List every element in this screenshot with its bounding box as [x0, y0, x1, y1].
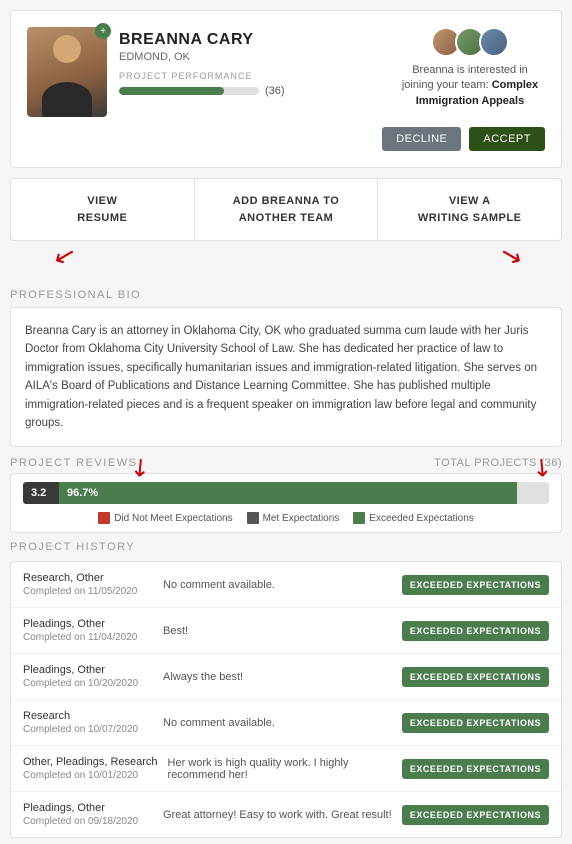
legend-label-ee: Exceeded Expectations	[369, 513, 474, 524]
team-invite-text: Breanna is interested in joining your te…	[395, 63, 545, 109]
history-comment: Best!	[163, 625, 392, 637]
avatar-container: +	[27, 27, 107, 117]
history-comment: Her work is high quality work. I highly …	[168, 757, 392, 781]
spacer-1	[0, 241, 572, 277]
history-comment: No comment available.	[163, 717, 392, 729]
history-left: Pleadings, Other Completed on 11/04/2020	[23, 618, 153, 643]
history-date: Completed on 11/05/2020	[23, 586, 153, 597]
action-buttons: DECLINE ACCEPT	[27, 127, 545, 151]
history-comment: No comment available.	[163, 579, 392, 591]
history-date: Completed on 10/07/2020	[23, 724, 153, 735]
invite-name: Breanna	[412, 64, 454, 76]
legend-dnme: Did Not Meet Expectations	[98, 512, 232, 524]
score-remainder	[517, 482, 549, 504]
exceeded-badge: EXCEEDED EXPECTATIONS	[402, 621, 549, 641]
legend-label-dnme: Did Not Meet Expectations	[114, 513, 232, 524]
legend-box-gray	[247, 512, 259, 524]
history-date: Completed on 09/18/2020	[23, 816, 153, 827]
progress-fill	[119, 87, 224, 95]
legend-box-red	[98, 512, 110, 524]
exceeded-badge: EXCEEDED EXPECTATIONS	[402, 667, 549, 687]
history-type: Research	[23, 710, 153, 722]
avatar	[27, 27, 107, 117]
profile-location: EDMOND, OK	[119, 51, 285, 63]
history-row: Pleadings, Other Completed on 10/20/2020…	[11, 654, 561, 700]
view-writing-button[interactable]: VIEW AWRITING SAMPLE	[378, 179, 561, 240]
history-date: Completed on 10/01/2020	[23, 770, 158, 781]
accept-button[interactable]: ACCEPT	[469, 127, 545, 151]
history-left: Research, Other Completed on 11/05/2020	[23, 572, 153, 597]
history-row: Other, Pleadings, Research Completed on …	[11, 746, 561, 792]
header-section: + BREANNA CARY EDMOND, OK PROJECT PERFOR…	[27, 27, 545, 117]
score-low-label: 3.2	[23, 482, 59, 504]
history-type: Research, Other	[23, 572, 153, 584]
history-date: Completed on 11/04/2020	[23, 632, 153, 643]
history-type: Other, Pleadings, Research	[23, 756, 158, 768]
exceeded-badge: EXCEEDED EXPECTATIONS	[402, 759, 549, 779]
exceeded-badge: EXCEEDED EXPECTATIONS	[402, 713, 549, 733]
legend-box-green	[353, 512, 365, 524]
score-section: 3.2 96.7% Did Not Meet Expectations Met …	[10, 473, 562, 533]
team-avatars	[395, 27, 545, 57]
team-invite: Breanna is interested in joining your te…	[395, 27, 545, 109]
legend: Did Not Meet Expectations Met Expectatio…	[23, 512, 549, 524]
history-comment: Always the best!	[163, 671, 392, 683]
progress-bar	[119, 87, 259, 95]
history-left: Other, Pleadings, Research Completed on …	[23, 756, 158, 781]
history-type: Pleadings, Other	[23, 664, 153, 676]
history-type: Pleadings, Other	[23, 618, 153, 630]
profile-info: BREANNA CARY EDMOND, OK PROJECT PERFORMA…	[119, 27, 285, 97]
score-fill: 96.7%	[59, 482, 517, 504]
profile-card: + BREANNA CARY EDMOND, OK PROJECT PERFOR…	[10, 10, 562, 168]
bio-section-title: PROFESSIONAL BIO	[10, 289, 562, 301]
history-left: Research Completed on 10/07/2020	[23, 710, 153, 735]
history-row: Pleadings, Other Completed on 11/04/2020…	[11, 608, 561, 654]
history-row: Research, Other Completed on 11/05/2020 …	[11, 562, 561, 608]
legend-label-me: Met Expectations	[263, 513, 340, 524]
history-title: PROJECT HISTORY	[10, 541, 562, 553]
progress-bar-container: (36)	[119, 85, 285, 97]
view-resume-button[interactable]: VIEWRESUME	[11, 179, 195, 240]
history-left: Pleadings, Other Completed on 10/20/2020	[23, 664, 153, 689]
history-left: Pleadings, Other Completed on 09/18/2020	[23, 802, 153, 827]
performance-label: PROJECT PERFORMANCE	[119, 71, 285, 81]
history-row: Research Completed on 10/07/2020 No comm…	[11, 700, 561, 746]
reviews-title: PROJECT REVIEWS	[10, 457, 137, 469]
decline-button[interactable]: DECLINE	[382, 127, 461, 151]
reviews-header: PROJECT REVIEWS TOTAL PROJECTS (36)	[10, 457, 562, 469]
progress-count: (36)	[265, 85, 285, 97]
exceeded-badge: EXCEEDED EXPECTATIONS	[402, 575, 549, 595]
history-row: Pleadings, Other Completed on 09/18/2020…	[11, 792, 561, 837]
avatar-badge: +	[95, 23, 111, 39]
exceeded-badge: EXCEEDED EXPECTATIONS	[402, 805, 549, 825]
add-to-team-button[interactable]: ADD BREANNA TOANOTHER TEAM	[195, 179, 379, 240]
profile-name: BREANNA CARY	[119, 31, 285, 49]
history-date: Completed on 10/20/2020	[23, 678, 153, 689]
team-avatar-3	[479, 27, 509, 57]
reviews-header-wrapper: PROJECT REVIEWS TOTAL PROJECTS (36) ↙ ↘	[10, 457, 562, 469]
history-type: Pleadings, Other	[23, 802, 153, 814]
legend-ee: Exceeded Expectations	[353, 512, 474, 524]
action-bar: VIEWRESUME ADD BREANNA TOANOTHER TEAM VI…	[10, 178, 562, 241]
history-card: Research, Other Completed on 11/05/2020 …	[10, 561, 562, 838]
legend-me: Met Expectations	[247, 512, 340, 524]
score-bar-row: 3.2 96.7%	[23, 482, 549, 504]
header-left: + BREANNA CARY EDMOND, OK PROJECT PERFOR…	[27, 27, 285, 117]
bio-card: Breanna Cary is an attorney in Oklahoma …	[10, 307, 562, 447]
history-comment: Great attorney! Easy to work with. Great…	[163, 809, 392, 821]
action-bar-wrapper: VIEWRESUME ADD BREANNA TOANOTHER TEAM VI…	[10, 178, 562, 241]
